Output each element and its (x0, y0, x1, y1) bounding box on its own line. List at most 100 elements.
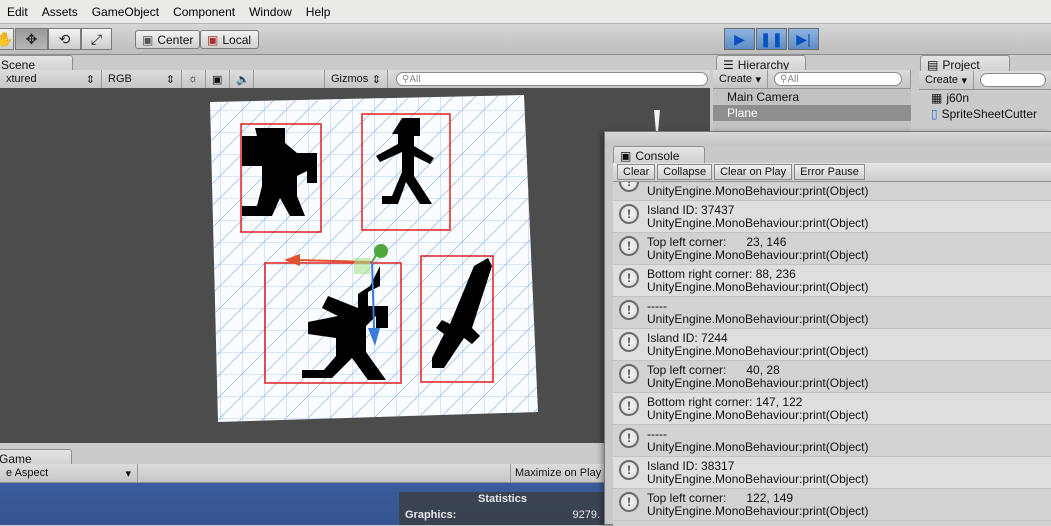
pivot-label: Center (157, 32, 194, 47)
project-item[interactable]: ▯ SpriteSheetCutter (919, 106, 1051, 122)
console-toolbar: Clear Collapse Clear on Play Error Pause (613, 163, 1051, 182)
scene-search-placeholder: All (409, 73, 421, 85)
scene-lighting-toggle[interactable]: ☼ (182, 70, 206, 88)
create-label: Create (925, 74, 959, 86)
console-log-entry[interactable]: ! Top left corner: 23, 146 UnityEngine.Mon… (613, 233, 1051, 265)
maximize-on-play-toggle[interactable]: Maximize on Play (510, 464, 605, 482)
hierarchy-create-dropdown[interactable]: Create ▾ (713, 70, 768, 88)
project-toolbar: Create ▾ (919, 71, 1051, 90)
console-log-entry[interactable]: ! Bottom right corner: 147, 122 UnityEngin… (613, 393, 1051, 425)
search-icon: ⚲ (780, 73, 788, 85)
info-icon: ! (619, 428, 639, 448)
console-log-stacktrace: UnityEngine.MonoBehaviour:print(Object) (647, 216, 869, 230)
console-log-entry[interactable]: ! Bottom right corner: 88, 236 UnityEngine… (613, 265, 1051, 297)
scene-audio-toggle[interactable]: 🔈 (230, 70, 254, 88)
project-search-input[interactable] (980, 73, 1046, 87)
console-log-entry[interactable]: ! Island ID: 37437 UnityEngine.MonoBehavio… (613, 201, 1051, 233)
project-item[interactable]: ▦ j60n (919, 90, 1051, 106)
hierarchy-toolbar: Create ▾ ⚲ All (713, 70, 911, 89)
menu-edit[interactable]: Edit (0, 5, 35, 19)
step-button[interactable]: ▶| (788, 28, 819, 50)
console-log-entry[interactable]: !-----UnityEngine.MonoBehaviour:print(Ob… (613, 425, 1051, 457)
console-log-stacktrace: UnityEngine.MonoBehaviour:print(Object) (647, 280, 869, 294)
console-window: ▣ Console Clear Collapse Clear on Play Er… (604, 131, 1051, 526)
dropdown-arrow-icon: ▾ (755, 73, 761, 86)
console-log-stacktrace: UnityEngine.MonoBehaviour:print(Object) (647, 184, 869, 198)
project-create-dropdown[interactable]: Create ▾ (919, 71, 974, 89)
step-icon: ▶| (796, 30, 811, 47)
pivot-icon: ▣ (142, 32, 154, 47)
scale-tool-button[interactable]: ⤢ (81, 28, 112, 50)
menu-window[interactable]: Window (242, 5, 299, 19)
console-log-entry[interactable]: !-----UnityEngine.MonoBehaviour:print(Ob… (613, 182, 1051, 201)
render-mode-dropdown[interactable]: RGB ⇕ (102, 70, 182, 88)
folder-icon: ▤ (927, 58, 939, 72)
hierarchy-search-input[interactable]: ⚲ All (774, 72, 902, 86)
local-cube-icon: ▣ (207, 32, 219, 47)
info-icon: ! (619, 204, 639, 224)
move-icon: ✥ (25, 30, 38, 47)
menu-component[interactable]: Component (166, 5, 242, 19)
sun-icon: ☼ (188, 73, 199, 85)
menu-gameobject[interactable]: GameObject (85, 5, 166, 19)
menu-assets[interactable]: Assets (35, 5, 85, 19)
shading-mode-dropdown[interactable]: xtured ⇕ (0, 70, 102, 88)
render-mode-label: RGB (108, 73, 132, 85)
toolbar: ✋ ✥ ⟲ ⤢ ▣ Center ▣ Local ▶ ❚❚ ▶| (0, 24, 1051, 55)
pivot-local-toggle[interactable]: ▣ Local (200, 30, 259, 49)
pause-button[interactable]: ❚❚ (756, 28, 787, 50)
texture-icon: ▦ (931, 91, 943, 105)
console-log-entry[interactable]: ! Top left corner: 122, 149 UnityEngine.Mo… (613, 489, 1051, 521)
script-icon: ▯ (931, 107, 938, 121)
project-item-label: SpriteSheetCutter (941, 107, 1037, 121)
info-icon: ! (619, 182, 639, 192)
hierarchy-item[interactable]: Main Camera (713, 89, 911, 105)
console-log-entry[interactable]: ! Island ID: 38317 UnityEngine.MonoBehavio… (613, 457, 1051, 489)
console-log-entry[interactable]: ! Top left corner: 40, 28 UnityEngine.Mono… (613, 361, 1051, 393)
hierarchy-item-selected[interactable]: Plane (713, 105, 911, 121)
info-icon: ! (619, 396, 639, 416)
project-item-label: j60n (946, 91, 970, 105)
play-button[interactable]: ▶ (724, 28, 755, 50)
console-clear-button[interactable]: Clear (617, 164, 656, 180)
image-icon: ▣ (212, 73, 223, 86)
aspect-label: e Aspect (6, 467, 49, 479)
project-tab-label: Project (942, 58, 980, 72)
dropdown-arrow-icon: ⇕ (165, 73, 175, 86)
console-log-stacktrace: UnityEngine.MonoBehaviour:print(Object) (647, 376, 869, 390)
console-clear-on-play-button[interactable]: Clear on Play (714, 164, 793, 180)
graphics-label: Graphics: (405, 509, 457, 521)
console-log-stacktrace: UnityEngine.MonoBehaviour:print(Object) (647, 248, 869, 262)
console-log-list[interactable]: !-----UnityEngine.MonoBehaviour:print(Ob… (613, 182, 1051, 526)
info-icon: ! (619, 332, 639, 352)
menu-bar: Edit Assets GameObject Component Window … (0, 0, 1051, 24)
menu-help[interactable]: Help (299, 5, 338, 19)
move-tool-button[interactable]: ✥ (15, 28, 48, 50)
graphics-value: 9279. (572, 509, 600, 521)
scene-toolbar: xtured ⇕ RGB ⇕ ☼ ▣ 🔈 Gizmos ⇕ ⚲ All (0, 70, 710, 89)
console-collapse-button[interactable]: Collapse (657, 164, 713, 180)
console-log-stacktrace: UnityEngine.MonoBehaviour:print(Object) (647, 408, 869, 422)
rotate-tool-button[interactable]: ⟲ (48, 28, 81, 50)
dropdown-arrow-icon: ▾ (961, 74, 967, 87)
speaker-icon: 🔈 (236, 73, 250, 86)
scene-search-input[interactable]: ⚲ All (396, 72, 708, 86)
hand-tool-button[interactable]: ✋ (0, 28, 14, 50)
pivot-center-toggle[interactable]: ▣ Center (135, 30, 200, 49)
game-toolbar: e Aspect ▾ Maximize on Play (0, 464, 606, 483)
statistics-title: Statistics (478, 493, 527, 505)
gizmos-dropdown[interactable]: Gizmos ⇕ (324, 70, 388, 88)
console-error-pause-button[interactable]: Error Pause (794, 164, 865, 180)
maximize-label: Maximize on Play (515, 467, 602, 479)
rotate-icon: ⟲ (58, 30, 71, 47)
info-icon: ! (619, 236, 639, 256)
space-label: Local (222, 32, 252, 47)
aspect-dropdown[interactable]: e Aspect ▾ (0, 464, 138, 482)
scene-image-toggle[interactable]: ▣ (206, 70, 230, 88)
scale-icon: ⤢ (90, 30, 103, 47)
console-log-stacktrace: UnityEngine.MonoBehaviour:print(Object) (647, 312, 869, 326)
statistics-panel: Statistics Graphics: 9279. (399, 492, 606, 525)
dropdown-arrow-icon: ▾ (125, 467, 131, 480)
console-log-entry[interactable]: !-----UnityEngine.MonoBehaviour:print(Ob… (613, 297, 1051, 329)
console-log-entry[interactable]: ! Island ID: 7244 UnityEngine.MonoBehaviou… (613, 329, 1051, 361)
